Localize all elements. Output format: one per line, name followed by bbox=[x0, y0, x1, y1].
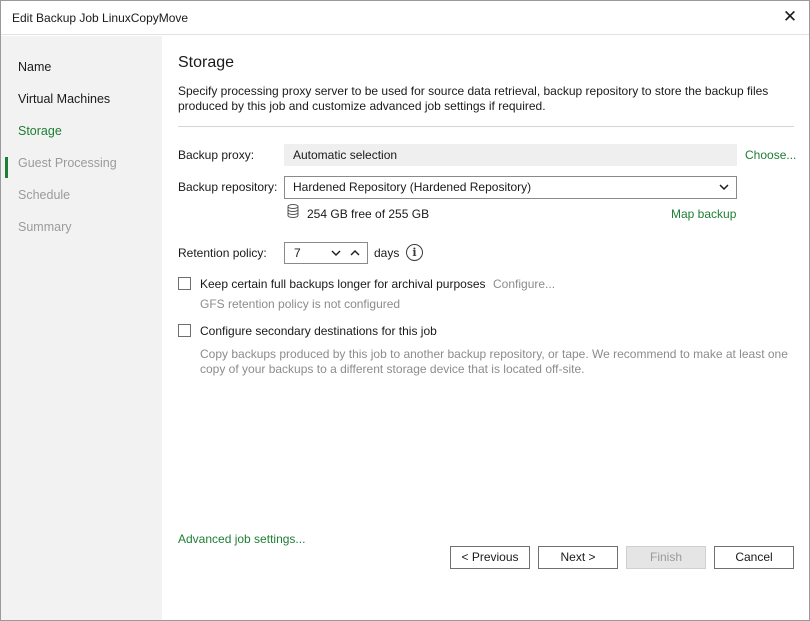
header-divider bbox=[178, 126, 794, 127]
map-backup-link[interactable]: Map backup bbox=[671, 207, 736, 221]
active-step-marker bbox=[5, 157, 8, 178]
sidebar-item-summary[interactable]: Summary bbox=[18, 217, 71, 237]
window-title: Edit Backup Job LinuxCopyMove bbox=[12, 11, 189, 25]
info-icon[interactable]: i bbox=[406, 244, 423, 261]
retention-policy-stepper[interactable]: 7 bbox=[284, 242, 368, 264]
page-title: Storage bbox=[178, 54, 235, 71]
chevron-down-icon[interactable] bbox=[329, 244, 343, 262]
sidebar-item-virtual-machines[interactable]: Virtual Machines bbox=[18, 89, 110, 109]
retention-policy-label: Retention policy: bbox=[178, 246, 267, 260]
gfs-status-text: GFS retention policy is not configured bbox=[200, 297, 401, 311]
retention-value[interactable]: 7 bbox=[294, 243, 301, 263]
title-bar: Edit Backup Job LinuxCopyMove ✕ bbox=[1, 1, 809, 35]
backup-proxy-field: Automatic selection bbox=[284, 144, 737, 166]
backup-repository-select[interactable]: Hardened Repository (Hardened Repository… bbox=[284, 176, 737, 199]
sidebar-item-schedule[interactable]: Schedule bbox=[18, 185, 70, 205]
repository-free-space: 254 GB free of 255 GB bbox=[307, 207, 430, 221]
secondary-destinations-label[interactable]: Configure secondary destinations for thi… bbox=[200, 324, 437, 338]
finish-button[interactable]: Finish bbox=[626, 546, 706, 569]
chevron-up-icon[interactable] bbox=[348, 244, 362, 262]
page-description: Specify processing proxy server to be us… bbox=[178, 84, 769, 113]
close-icon[interactable]: ✕ bbox=[781, 7, 799, 27]
chevron-down-icon bbox=[719, 184, 729, 191]
gfs-checkbox-label[interactable]: Keep certain full backups longer for arc… bbox=[200, 277, 486, 291]
database-icon bbox=[287, 204, 299, 218]
sidebar-item-name[interactable]: Name bbox=[18, 57, 51, 77]
next-button[interactable]: Next > bbox=[538, 546, 618, 569]
backup-repository-label: Backup repository: bbox=[178, 180, 278, 194]
previous-button[interactable]: < Previous bbox=[450, 546, 530, 569]
gfs-configure-link[interactable]: Configure... bbox=[493, 277, 555, 291]
backup-repository-value: Hardened Repository (Hardened Repository… bbox=[293, 180, 532, 194]
advanced-job-settings-link[interactable]: Advanced job settings... bbox=[178, 532, 305, 546]
choose-proxy-link[interactable]: Choose... bbox=[745, 148, 796, 162]
sidebar-item-storage[interactable]: Storage bbox=[18, 121, 62, 141]
cancel-button[interactable]: Cancel bbox=[714, 546, 794, 569]
secondary-destinations-hint: Copy backups produced by this job to ano… bbox=[200, 347, 788, 376]
backup-proxy-label: Backup proxy: bbox=[178, 148, 255, 162]
sidebar-item-guest-processing[interactable]: Guest Processing bbox=[18, 153, 117, 173]
retention-unit: days bbox=[374, 246, 400, 260]
gfs-checkbox[interactable] bbox=[178, 277, 191, 290]
edit-backup-job-dialog: Edit Backup Job LinuxCopyMove ✕ Name Vir… bbox=[0, 0, 810, 621]
storage-page: Storage Specify processing proxy server … bbox=[162, 36, 809, 620]
secondary-destinations-checkbox[interactable] bbox=[178, 324, 191, 337]
wizard-sidebar: Name Virtual Machines Storage Guest Proc… bbox=[1, 36, 162, 620]
